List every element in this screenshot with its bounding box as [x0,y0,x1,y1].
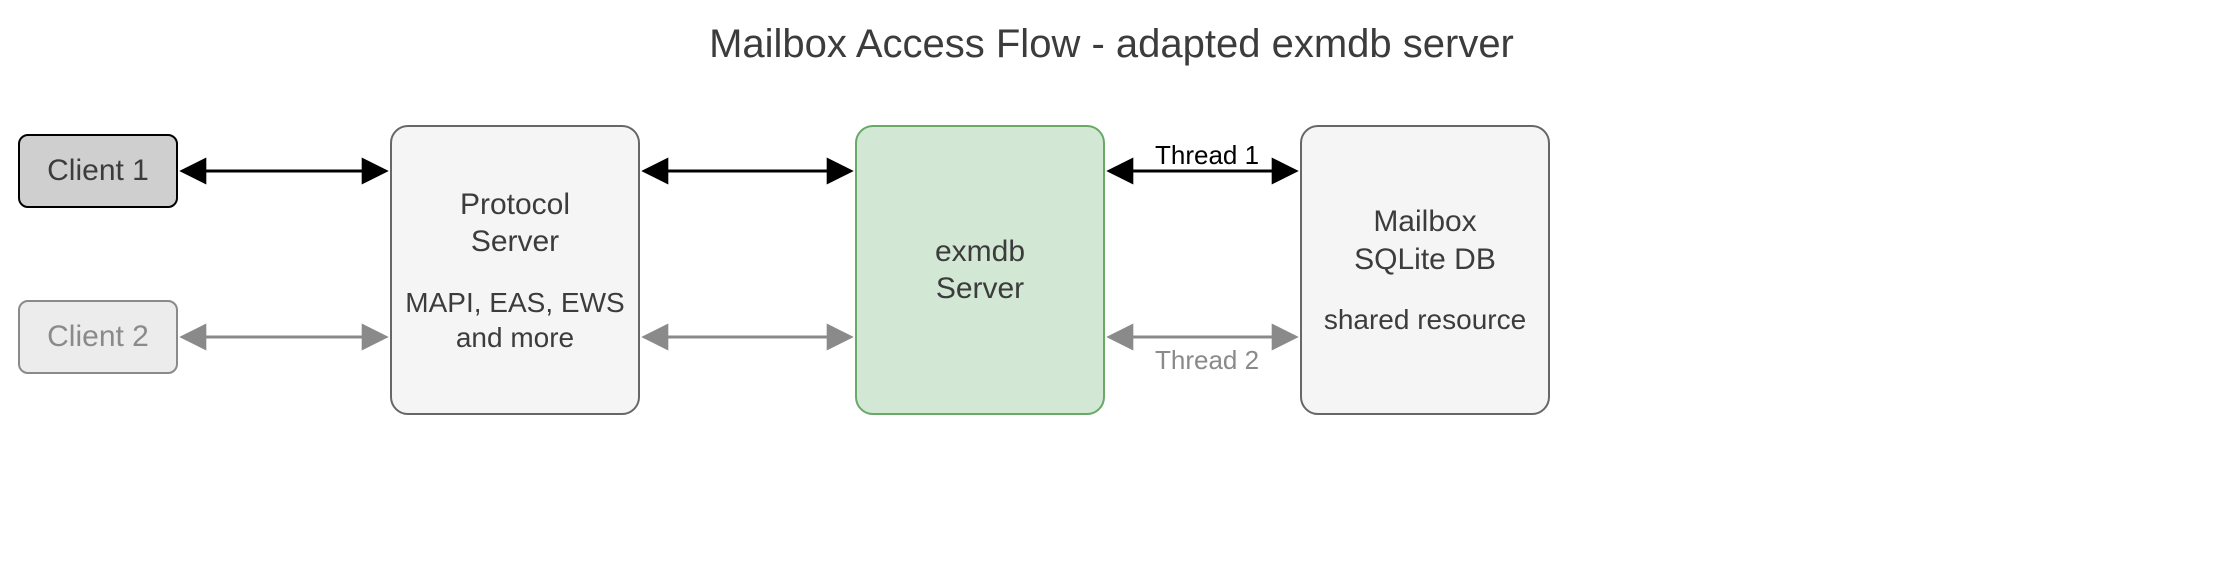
mailbox-line1: Mailbox [1373,203,1476,241]
protocol-sub1: MAPI, EAS, EWS [405,285,624,320]
exmdb-line1: exmdb [935,233,1025,271]
node-exmdb-server: exmdb Server [855,125,1105,415]
node-client2: Client 2 [18,300,178,374]
node-client2-label: Client 2 [47,318,149,356]
connectors-layer [0,0,2223,573]
protocol-sub2: and more [456,320,574,355]
edge-label-thread1: Thread 1 [1155,140,1259,171]
node-protocol-server: Protocol Server MAPI, EAS, EWS and more [390,125,640,415]
node-mailbox-db: Mailbox SQLite DB shared resource [1300,125,1550,415]
protocol-line2: Server [471,223,559,261]
diagram-title: Mailbox Access Flow - adapted exmdb serv… [0,22,2223,67]
diagram-stage: Mailbox Access Flow - adapted exmdb serv… [0,0,2223,573]
node-client1-label: Client 1 [47,152,149,190]
node-client1: Client 1 [18,134,178,208]
mailbox-line2: SQLite DB [1354,241,1496,279]
edge-label-thread2: Thread 2 [1155,345,1259,376]
protocol-line1: Protocol [460,186,570,224]
exmdb-line2: Server [936,270,1024,308]
mailbox-sub1: shared resource [1324,302,1526,337]
